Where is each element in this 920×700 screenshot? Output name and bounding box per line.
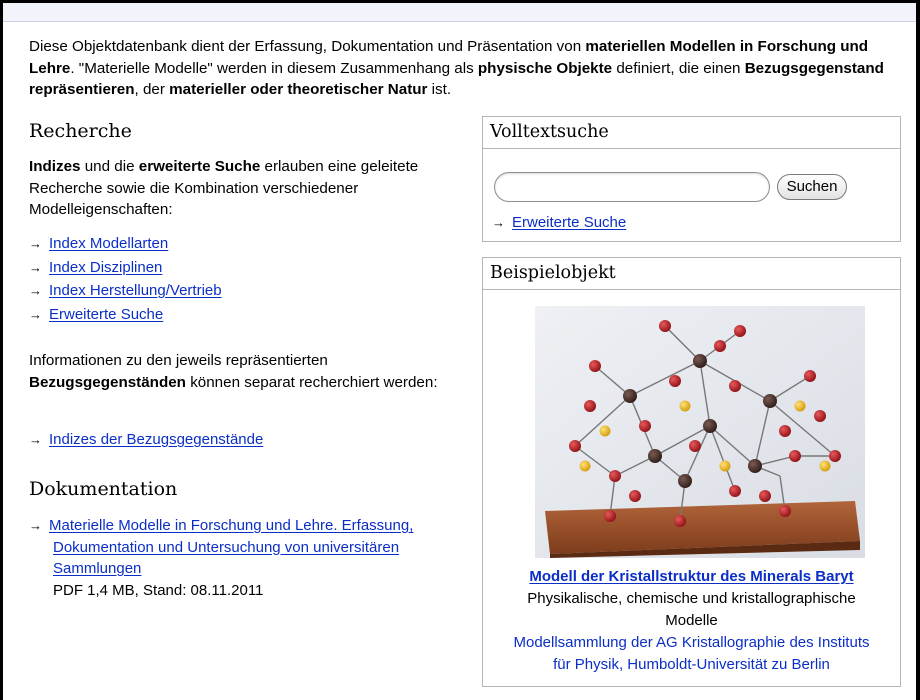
arrow-right-icon: →: [29, 518, 42, 533]
pdf-meta: PDF 1,4 MB, Stand: 08.11.2011: [53, 581, 264, 599]
arrow-right-icon: →: [29, 283, 42, 298]
example-object-category: Physikalische, chemische und kristallogr…: [527, 590, 856, 629]
recherche-description: Indizes und die erweiterte Suche erlaube…: [29, 158, 419, 218]
link-erweiterte-suche[interactable]: Erweiterte Suche: [49, 306, 163, 323]
index-links: → Index Modellarten → Index Disziplinen → I…: [29, 232, 222, 326]
list-item: → Index Disziplinen: [29, 256, 222, 280]
list-item: → Indizes der Bezugsgegenstände: [29, 428, 263, 452]
arrow-right-icon: →: [29, 259, 42, 275]
search-input[interactable]: [494, 172, 770, 202]
top-bar: [3, 3, 916, 22]
link-collection[interactable]: Modellsammlung der AG Kristallographie d…: [513, 634, 869, 673]
search-button[interactable]: Suchen: [777, 174, 847, 200]
crystal-model-image[interactable]: [535, 306, 865, 558]
beispielobjekt-heading: Beispielobjekt: [483, 258, 900, 290]
example-object-collection: Modellsammlung der AG Kristallographie d…: [483, 632, 900, 675]
list-item: → Index Herstellung/Vertrieb: [29, 279, 222, 303]
dokumentation-heading: Dokumentation: [29, 478, 178, 500]
arrow-right-icon: →: [29, 306, 42, 322]
bezug-description: Informationen zu den jeweils repräsentie…: [29, 352, 438, 391]
list-item: → Erweiterte Suche: [29, 303, 222, 327]
list-item: → Index Modellarten: [29, 232, 222, 256]
recherche-heading: Recherche: [29, 120, 132, 142]
erweiterte-suche-row: → Erweiterte Suche: [492, 214, 626, 231]
link-index-herstellung[interactable]: Index Herstellung/Vertrieb: [49, 282, 222, 299]
link-indizes-bezugsgegenstaende[interactable]: Indizes der Bezugsgegenstände: [49, 431, 263, 448]
intro-text: Diese Objektdatenbank dient der Erfassun…: [29, 38, 884, 98]
arrow-right-icon: →: [29, 236, 42, 251]
bezug-links: → Indizes der Bezugsgegenstände: [29, 428, 263, 452]
link-index-modellarten[interactable]: Index Modellarten: [49, 235, 168, 252]
arrow-right-icon: →: [492, 215, 505, 230]
link-volltext-erweiterte-suche[interactable]: Erweiterte Suche: [512, 214, 626, 231]
link-index-disziplinen[interactable]: Index Disziplinen: [49, 259, 162, 276]
link-dokumentation-pdf[interactable]: Materielle Modelle in Forschung und Lehr…: [49, 517, 413, 577]
link-example-object[interactable]: Modell der Kristallstruktur des Minerals…: [529, 568, 853, 585]
example-object-title: Modell der Kristallstruktur des Minerals…: [483, 566, 900, 588]
arrow-right-icon: →: [29, 432, 42, 447]
documentation-entry: → Materielle Modelle in Forschung und Leh…: [29, 515, 449, 601]
beispielobjekt-box: Beispielobjekt Modell der Kristallstrukt…: [482, 257, 901, 687]
volltextsuche-heading: Volltextsuche: [483, 117, 900, 149]
volltextsuche-box: Volltextsuche Suchen → Erweiterte Suche: [482, 116, 901, 242]
